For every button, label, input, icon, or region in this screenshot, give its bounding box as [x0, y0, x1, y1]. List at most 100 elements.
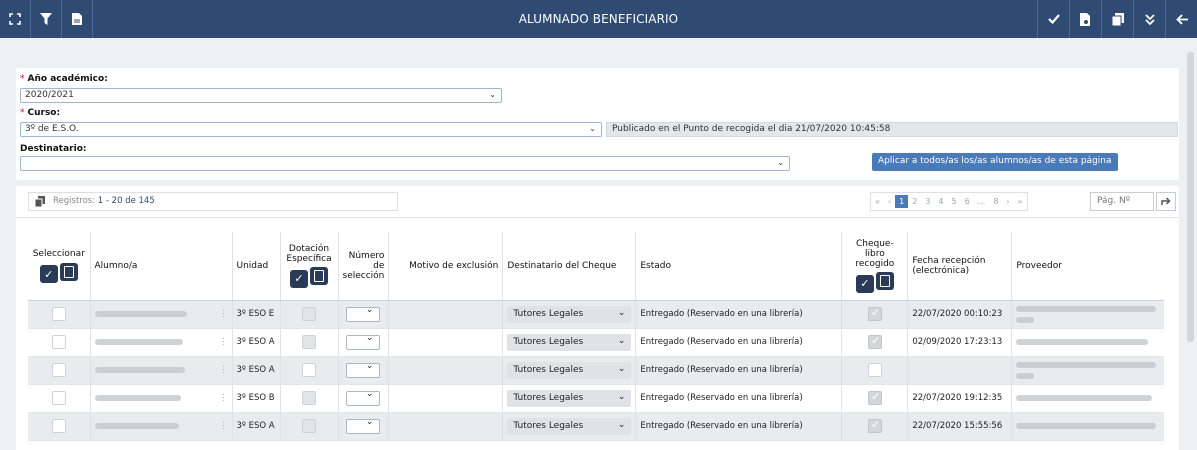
select-all-icon[interactable]: ✓	[39, 265, 58, 283]
page-ellipsis: ...	[977, 197, 986, 206]
year-label: * Año académico:	[20, 74, 108, 84]
page-button[interactable]: 4	[934, 197, 947, 206]
chevron-down-icon: ⌄	[617, 335, 626, 346]
status-cell: Entregado (Reservado en una librería)	[635, 328, 843, 357]
back-arrow-icon[interactable]	[1165, 0, 1197, 38]
page-number-input[interactable]: Pág. Nº	[1090, 192, 1154, 211]
chevron-down-icon: ⌄	[617, 419, 626, 430]
double-chevron-down-icon[interactable]	[1133, 0, 1165, 38]
deselect-all-icon[interactable]	[59, 262, 78, 281]
select-checkbox[interactable]	[51, 363, 66, 377]
allocation-checkbox[interactable]	[302, 391, 316, 405]
col-allocation: Dotación Específica ✓	[280, 232, 339, 301]
allocation-checkbox[interactable]	[302, 419, 316, 433]
student-name: ⋮	[90, 356, 233, 385]
col-number: Número de selección	[338, 232, 390, 301]
provider-cell	[1011, 412, 1164, 441]
top-toolbar: ALUMNADO BENEFICIARIO	[0, 0, 1197, 38]
recipient-label: Destinatario:	[20, 144, 87, 154]
student-name: ⋮	[90, 328, 233, 357]
chevron-down-icon: ⌄	[617, 363, 626, 374]
chevron-down-icon: ⌄	[489, 90, 496, 99]
pdf-icon[interactable]	[62, 0, 93, 38]
select-checkbox[interactable]	[51, 419, 66, 433]
table-row: ⋮ 3º ESO A Tutores Legales⌄ Entregado (R…	[28, 328, 1164, 357]
page-button[interactable]: 8	[989, 197, 1002, 206]
student-name: ⋮	[90, 384, 233, 413]
collected-checkbox[interactable]	[867, 363, 882, 377]
students-table: Seleccionar ✓ Alumno/a Unidad Dotación E…	[28, 232, 1164, 441]
recipient-select[interactable]: ⌄	[20, 156, 790, 171]
next-page-button[interactable]: ›	[1002, 197, 1013, 206]
copy-icon[interactable]	[1101, 0, 1133, 38]
check-icon[interactable]	[1037, 0, 1069, 38]
records-range: 1 - 20 de 145	[97, 196, 155, 206]
allocation-checkbox[interactable]	[302, 363, 316, 377]
published-info: Publicado en el Punto de recogida el dia…	[606, 122, 1178, 137]
recipient-select[interactable]: Tutores Legales ⌄	[507, 361, 632, 379]
deselect-all-icon[interactable]	[310, 267, 328, 285]
filters-panel: * Año académico: 2020/2021 ⌄ * Curso: 3º de…	[16, 68, 1179, 180]
page-button[interactable]: 3	[921, 197, 934, 206]
number-select[interactable]	[346, 417, 381, 434]
page-button[interactable]: 1	[895, 195, 909, 208]
recipient-select[interactable]: Tutores Legales ⌄	[507, 305, 632, 323]
chevron-down-icon: ⌄	[617, 307, 626, 318]
col-select: Seleccionar ✓	[28, 232, 91, 301]
go-arrow-icon[interactable]	[1156, 192, 1176, 211]
exclusion-cell	[388, 412, 504, 441]
received-date: 02/09/2020 17:23:13	[907, 328, 1013, 357]
last-page-button[interactable]: »	[1014, 197, 1027, 206]
course-select[interactable]: 3º de E.S.O. ⌄	[20, 122, 602, 137]
first-page-button[interactable]: «	[871, 197, 884, 206]
scrollbar[interactable]	[1187, 52, 1194, 342]
provider-cell	[1011, 384, 1164, 413]
status-cell: Entregado (Reservado en una librería)	[635, 384, 843, 413]
recipient-select[interactable]: Tutores Legales ⌄	[507, 333, 632, 351]
received-date: 22/07/2020 19:12:35	[907, 384, 1013, 413]
recipient-select[interactable]: Tutores Legales ⌄	[507, 417, 632, 435]
select-all-icon[interactable]: ✓	[855, 274, 874, 293]
table-row: ⋮ 3º ESO B Tutores Legales⌄ Entregado (R…	[28, 384, 1164, 413]
collected-checkbox[interactable]	[867, 390, 882, 405]
col-unit: Unidad	[232, 232, 281, 301]
exclusion-cell	[388, 356, 504, 385]
deselect-all-icon[interactable]	[875, 272, 894, 290]
col-provider: Proveedor	[1011, 232, 1164, 301]
table-row: ⋮ 3º ESO A Tutores Legales⌄ Entregado (R…	[28, 356, 1164, 385]
number-select[interactable]	[346, 333, 381, 350]
filter-icon[interactable]	[31, 0, 62, 38]
status-cell: Entregado (Reservado en una librería)	[635, 300, 843, 329]
pagination: « ‹ 1 2 3 4 5 6 ... 8 › »	[870, 192, 1028, 211]
collected-checkbox[interactable]	[867, 334, 882, 349]
table-row: ⋮ 3º ESO E Tutores Legales⌄ Entregado (R…	[28, 300, 1164, 329]
page-button[interactable]: 5	[947, 197, 960, 206]
course-label: * Curso:	[20, 108, 61, 118]
select-checkbox[interactable]	[51, 391, 66, 405]
page-button[interactable]: 2	[908, 197, 921, 206]
select-all-icon[interactable]: ✓	[290, 269, 308, 288]
document-icon[interactable]	[1069, 0, 1101, 38]
prev-page-button[interactable]: ‹	[884, 197, 895, 206]
expand-icon[interactable]	[0, 0, 31, 38]
collected-checkbox[interactable]	[867, 418, 882, 433]
number-select[interactable]	[346, 389, 381, 406]
collected-checkbox[interactable]	[867, 306, 882, 321]
year-select[interactable]: 2020/2021 ⌄	[20, 88, 502, 103]
allocation-checkbox[interactable]	[302, 335, 316, 349]
number-select[interactable]	[346, 361, 381, 378]
recipient-select[interactable]: Tutores Legales ⌄	[507, 389, 632, 407]
table-row: ⋮ 3º ESO A Tutores Legales⌄ Entregado (R…	[28, 412, 1164, 441]
select-checkbox[interactable]	[51, 307, 66, 321]
allocation-checkbox[interactable]	[302, 307, 316, 321]
col-received: Fecha recepción (electrónica)	[907, 232, 1013, 301]
col-student: Alumno/a	[90, 232, 233, 301]
received-date: 22/07/2020 00:10:23	[907, 300, 1013, 329]
col-recipient: Destinatario del Cheque	[502, 232, 637, 301]
apply-all-button[interactable]: Aplicar a todos/as los/as alumnos/as de …	[872, 153, 1118, 171]
select-checkbox[interactable]	[51, 335, 66, 349]
number-select[interactable]	[346, 305, 381, 322]
col-status: Estado	[635, 232, 843, 301]
col-exclusion: Motivo de exclusión	[388, 232, 504, 301]
page-button[interactable]: 6	[961, 197, 974, 206]
